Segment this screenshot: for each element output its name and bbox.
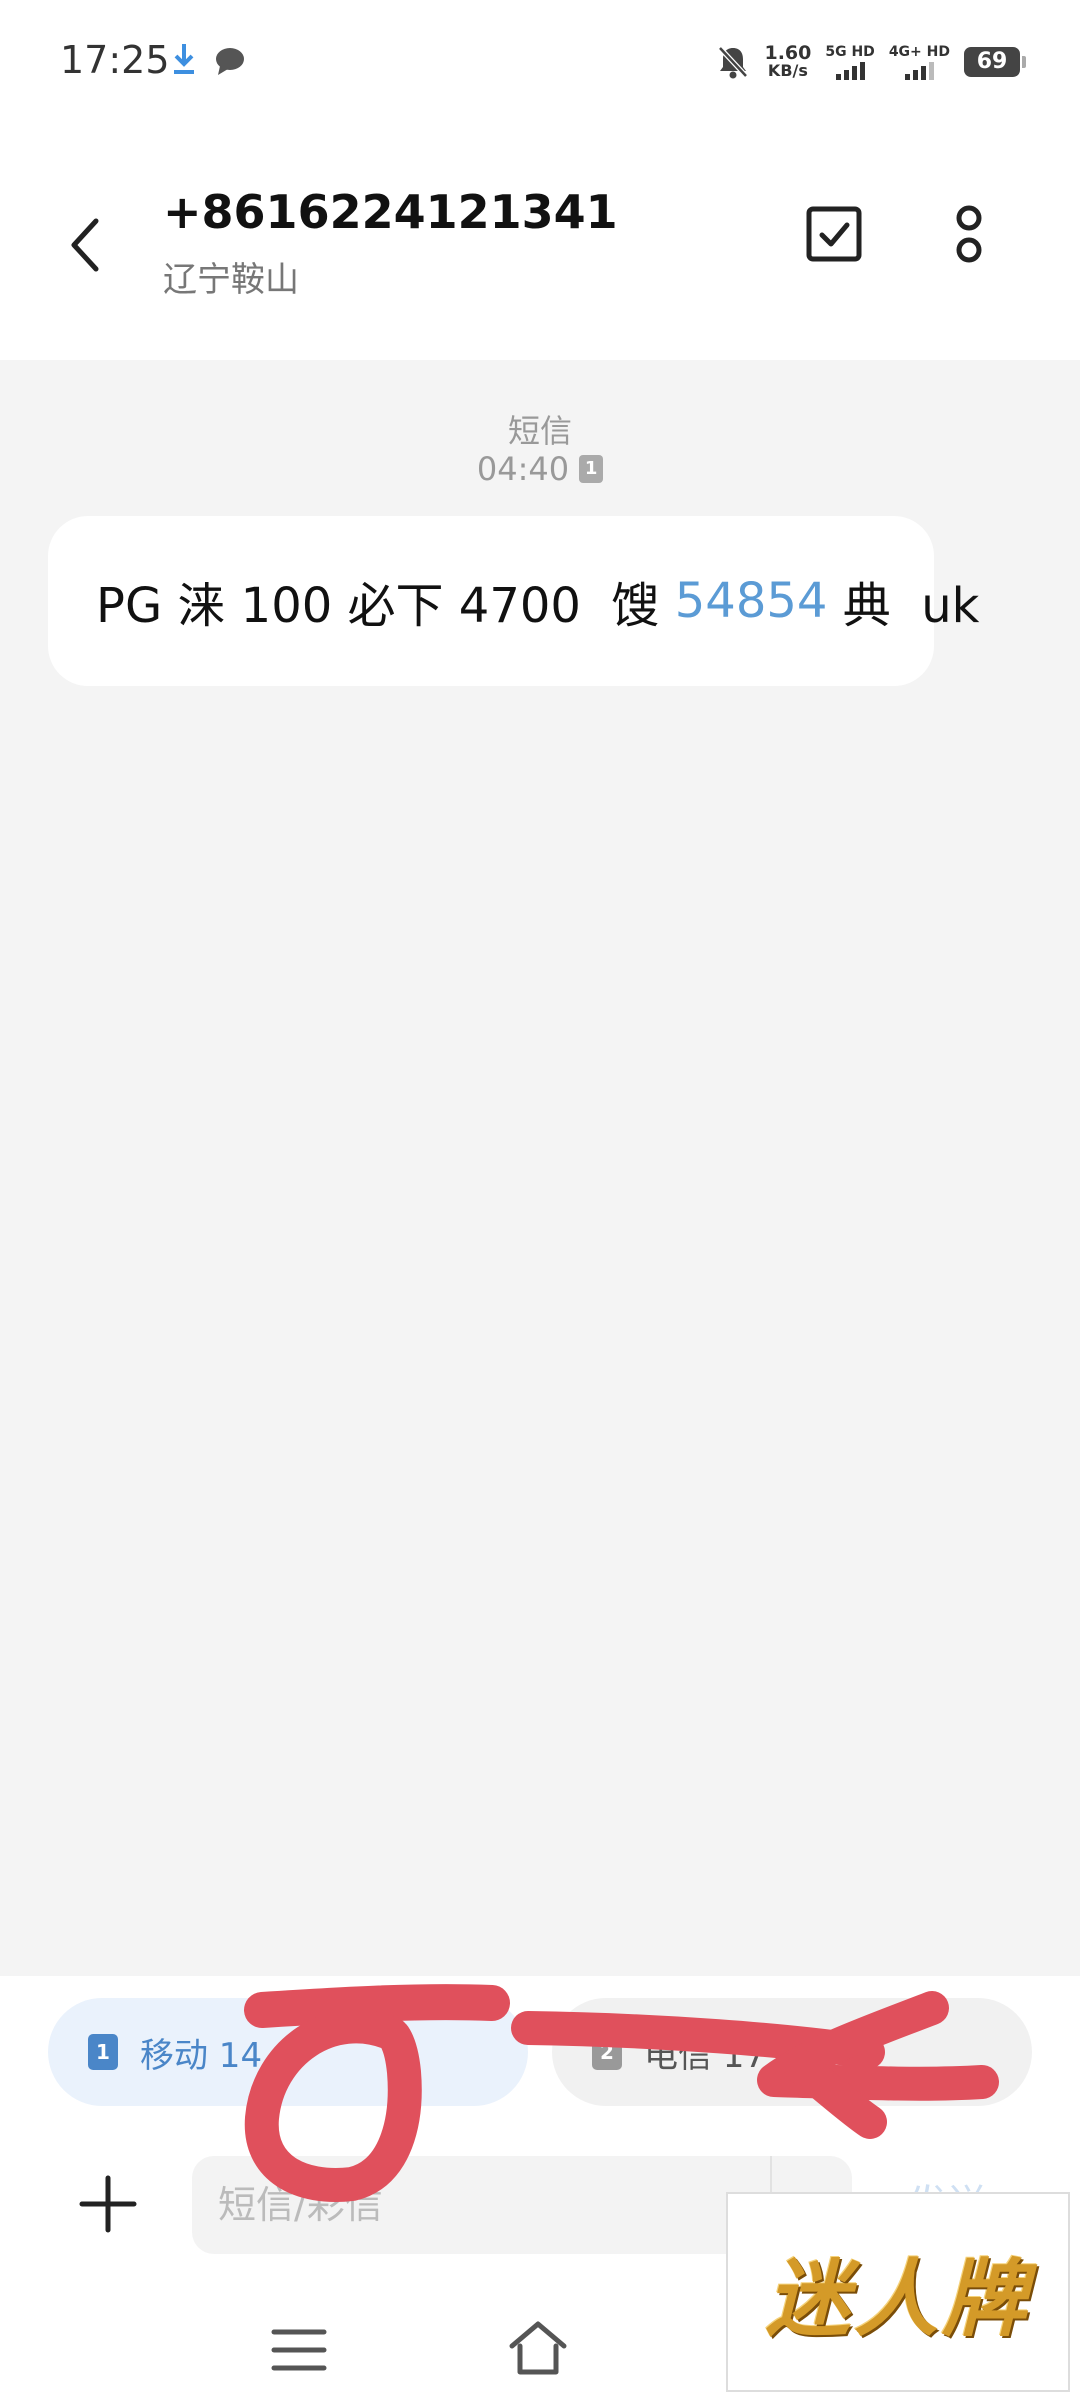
checkbox-icon [806,206,862,262]
message-meta: 04:40 1 [0,450,1080,488]
network-speed-unit: KB/s [767,61,808,80]
sim2-icon: 2 [592,2034,622,2070]
select-messages-button[interactable] [800,200,868,268]
sim1-label: 移动 14 [140,2035,263,2076]
more-vertical-icon [956,205,982,263]
message-text-before-link: PG 涞 100 必下 4700 馊 [96,578,675,634]
network-speed: 1.60 KB/s [764,44,811,80]
add-attachment-button[interactable] [74,2170,142,2238]
chat-notification-icon [216,48,244,75]
download-icon [174,44,194,74]
more-options-button[interactable] [935,200,1003,268]
bell-muted-icon [718,46,749,79]
send-via-sim2-button[interactable]: 2 电信 17 [552,1998,1032,2106]
sim-card-icon: 1 [579,455,604,483]
signal-sim2: 4G+ HD [889,44,950,80]
signal-sim2-bars-icon [904,62,934,80]
battery-indicator: 69 [964,47,1026,77]
signal-sim1: 5G HD [825,44,875,80]
watermark-logo: 迷人牌 [726,2192,1070,2392]
sim1-icon: 1 [88,2034,118,2070]
network-speed-value: 1.60 [764,42,812,64]
status-bar: 17:25 1.60 KB/s 5G HD 4G+ HD 69 [0,0,1080,130]
contact-location: 辽宁鞍山 [163,260,299,300]
signal-sim1-bars-icon [835,62,865,80]
message-number-link[interactable]: 54854 [675,573,828,629]
signal-sim2-label: 4G+ HD [888,44,950,60]
message-type-label: 短信 [507,412,572,450]
conversation-area[interactable]: 短信 04:40 1 PG 涞 100 必下 4700 馊 54854 典 uk [0,360,1080,1976]
contact-number: +8616224121341 [163,185,618,239]
watermark-text: 迷人牌 [765,2248,1030,2348]
message-text-after-link: 典 uk [827,578,980,634]
conversation-header: +8616224121341 辽宁鞍山 [0,130,1080,360]
home-icon[interactable] [506,2316,570,2380]
plus-icon [79,2175,137,2233]
status-indicators: 1.60 KB/s 5G HD 4G+ HD 69 [716,40,1026,84]
send-via-sim1-button[interactable]: 1 移动 14 [48,1998,528,2106]
back-button[interactable] [60,205,110,285]
sim2-label: 电信 17 [644,2035,767,2076]
status-time: 17:25 [60,38,170,82]
menu-icon[interactable] [268,2322,330,2378]
signal-sim1-label: 5G HD [825,44,875,60]
back-arrow-icon [71,218,99,272]
message-timestamp: 04:40 [476,450,570,488]
message-bubble[interactable]: PG 涞 100 必下 4700 馊 54854 典 uk [48,516,979,686]
